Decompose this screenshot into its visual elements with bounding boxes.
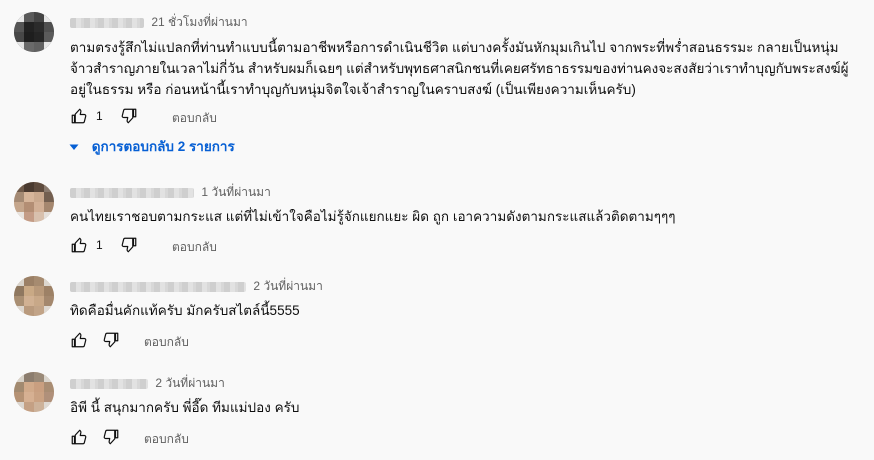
comment-text: ทิดคือมื่นคักแท้ครับ มักครับสไตล์นี้5555 [70, 303, 300, 318]
author-name[interactable] [70, 378, 148, 389]
thumbs-down-icon[interactable] [120, 236, 138, 254]
thumbs-down-icon[interactable] [120, 107, 138, 125]
avatar[interactable] [14, 372, 54, 412]
thumbs-up-icon[interactable] [70, 428, 88, 446]
avatar[interactable] [14, 12, 54, 52]
chevron-down-icon [69, 144, 79, 151]
author-name[interactable] [70, 281, 246, 292]
comment-header: 21 ชั่วโมงที่ผ่านมา [70, 13, 248, 31]
author-name[interactable] [70, 17, 144, 28]
view-replies-button[interactable]: ดูการตอบกลับ 2 รายการ [68, 135, 235, 155]
author-name[interactable] [70, 187, 194, 198]
avatar[interactable] [14, 182, 54, 222]
reply-button[interactable]: ตอบกลับ [144, 333, 189, 352]
comment-timestamp[interactable]: 2 วันที่ผ่านมา [253, 279, 322, 293]
reply-button[interactable]: ตอบกลับ [172, 238, 217, 257]
comment-timestamp[interactable]: 21 ชั่วโมงที่ผ่านมา [151, 15, 247, 29]
comment-text: อิพี นี้ สนุกมากครับ พี่อี๊ด ทีมแม่ปอง ค… [70, 400, 300, 415]
comment-header: 1 วันที่ผ่านมา [70, 183, 271, 201]
comment-timestamp[interactable]: 2 วันที่ผ่านมา [155, 376, 224, 390]
like-count: 1 [96, 238, 103, 252]
avatar[interactable] [14, 276, 54, 316]
like-count: 1 [96, 109, 103, 123]
thumbs-up-icon[interactable] [70, 331, 88, 349]
comment-header: 2 วันที่ผ่านมา [70, 374, 225, 392]
comment-text: คนไทยเราชอบตามกระแส แต่ที่ไม่เข้าใจคือไม… [70, 209, 676, 224]
thumbs-up-icon[interactable] [70, 107, 88, 125]
thumbs-down-icon[interactable] [102, 428, 120, 446]
reply-button[interactable]: ตอบกลับ [144, 430, 189, 449]
comment-text: ตามตรงรู้สึกไม่แปลกที่ท่านทำแบบนี้ตามอาช… [70, 40, 849, 97]
reply-button[interactable]: ตอบกลับ [172, 109, 217, 128]
view-replies-label: ดูการตอบกลับ 2 รายการ [91, 139, 235, 154]
thumbs-up-icon[interactable] [70, 236, 88, 254]
thumbs-down-icon[interactable] [102, 331, 120, 349]
comment-timestamp[interactable]: 1 วันที่ผ่านมา [201, 185, 270, 199]
comment-header: 2 วันที่ผ่านมา [70, 277, 323, 295]
